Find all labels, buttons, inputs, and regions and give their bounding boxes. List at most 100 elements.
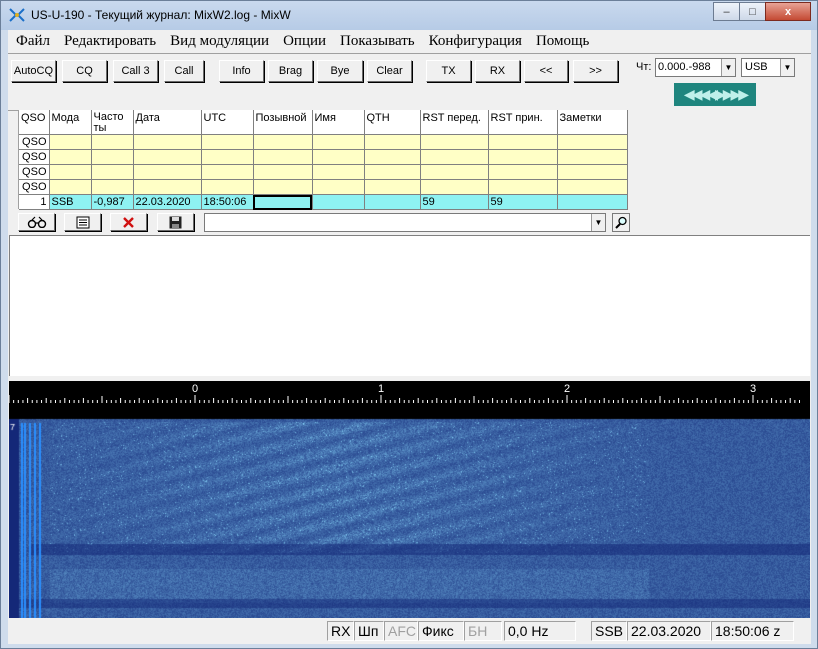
status-squelch[interactable]: Шп <box>354 621 384 641</box>
maximize-button[interactable]: □ <box>739 2 766 21</box>
cell-callsign[interactable] <box>253 194 313 210</box>
rx-button[interactable]: RX <box>475 60 520 82</box>
cell-rst-rcvd[interactable]: 59 <box>488 194 558 210</box>
menu-bar: Файл Редактировать Вид модуляции Опции П… <box>8 30 811 52</box>
freq-label: Чт: <box>636 61 652 73</box>
col-date: Дата <box>133 110 202 135</box>
tx-button[interactable]: TX <box>426 60 471 82</box>
call-button[interactable]: Call <box>164 60 204 82</box>
menu-options[interactable]: Опции <box>283 33 326 50</box>
menu-file[interactable]: Файл <box>16 33 50 50</box>
table-row[interactable]: QSO <box>19 179 628 195</box>
clear-button[interactable]: Clear <box>367 60 412 82</box>
call3-button[interactable]: Call 3 <box>113 60 158 82</box>
current-qso-row[interactable]: 1 SSB -0,987 22.03.2020 18:50:06 59 59 <box>19 194 628 210</box>
col-qth: QTH <box>364 110 421 135</box>
status-offset: 0,0 Hz <box>504 621 576 641</box>
chevron-down-icon[interactable]: ▼ <box>591 214 605 231</box>
col-utc: UTC <box>201 110 254 135</box>
cell-rst-sent[interactable]: 59 <box>420 194 489 210</box>
cell-name[interactable] <box>312 194 365 210</box>
close-button[interactable]: x <box>765 2 811 21</box>
status-bn[interactable]: БН <box>464 621 502 641</box>
cell-qth[interactable] <box>364 194 421 210</box>
delete-button[interactable] <box>110 213 147 231</box>
search-icon <box>614 216 627 229</box>
col-freq: Часто ты <box>91 110 134 135</box>
menu-config[interactable]: Конфигурация <box>429 33 522 50</box>
scale-label: 1 <box>378 383 384 395</box>
status-bar: RX Шп AFC Фикс БН 0,0 Hz SSB 22.03.2020 … <box>8 620 811 642</box>
col-rst-rcvd: RST прин. <box>488 110 558 135</box>
col-notes: Заметки <box>557 110 628 135</box>
delete-icon <box>123 216 134 228</box>
waterfall-display[interactable] <box>9 403 810 618</box>
window-title: US-U-190 - Текущий журнал: MixW2.log - M… <box>31 8 291 22</box>
mode-select[interactable]: USB ▼ <box>741 58 795 77</box>
rig-panel: Чт: 0.000.-988 ▼ USB ▼ ◀◀◀◀▶▶▶▶ <box>630 54 798 112</box>
menu-help[interactable]: Помощь <box>536 33 589 50</box>
receive-text-pane[interactable] <box>9 235 810 376</box>
chevron-down-icon[interactable]: ▼ <box>780 59 794 76</box>
scale-ticks: 0 1 2 3 <box>8 383 800 403</box>
list-icon <box>76 216 89 228</box>
scale-label: 2 <box>564 383 570 395</box>
app-logo-icon <box>9 8 25 22</box>
info-button[interactable]: Info <box>219 60 264 82</box>
menu-edit[interactable]: Редактировать <box>64 33 156 50</box>
menu-mode[interactable]: Вид модуляции <box>170 33 269 50</box>
table-row[interactable]: QSO <box>19 134 628 150</box>
waterfall-canvas[interactable] <box>9 403 810 618</box>
save-icon <box>169 216 182 228</box>
scale-label: 3 <box>750 383 756 395</box>
brag-button[interactable]: Brag <box>268 60 313 82</box>
col-qso: QSO <box>19 110 50 135</box>
tuning-arrows[interactable]: ◀◀◀◀▶▶▶▶ <box>674 83 756 106</box>
callsign-history-combo[interactable]: ▼ <box>204 213 606 232</box>
row-label: QSO <box>19 179 50 195</box>
row-label: QSO <box>19 134 50 150</box>
status-rx[interactable]: RX <box>327 621 354 641</box>
mode-value: USB <box>745 61 768 73</box>
list-button[interactable] <box>64 213 101 231</box>
save-button[interactable] <box>157 213 194 231</box>
row-number: 1 <box>19 194 50 210</box>
col-name: Имя <box>312 110 365 135</box>
binoculars-icon <box>27 216 46 228</box>
binoculars-button[interactable] <box>18 213 55 231</box>
row-label: QSO <box>19 149 50 165</box>
grid-header-row: QSO Мода Часто ты Дата UTC Позывной Имя … <box>19 110 628 135</box>
freq-value: 0.000.-988 <box>658 61 711 73</box>
table-row[interactable]: QSO <box>19 149 628 165</box>
cell-date[interactable]: 22.03.2020 <box>133 194 202 210</box>
title-bar: US-U-190 - Текущий журнал: MixW2.log - M… <box>1 1 817 30</box>
status-fix[interactable]: Фикс <box>418 621 464 641</box>
client-area: Файл Редактировать Вид модуляции Опции П… <box>8 30 811 644</box>
cell-mode[interactable]: SSB <box>49 194 92 210</box>
next-button[interactable]: >> <box>573 60 618 82</box>
chevron-down-icon[interactable]: ▼ <box>721 59 735 76</box>
minimize-button[interactable]: – <box>713 2 740 21</box>
cell-notes[interactable] <box>557 194 628 210</box>
status-date: 22.03.2020 <box>627 621 711 641</box>
bye-button[interactable]: Bye <box>317 60 363 82</box>
freq-select[interactable]: 0.000.-988 ▼ <box>655 58 736 77</box>
autocq-button[interactable]: AutoCQ <box>11 60 56 82</box>
search-button[interactable] <box>612 213 630 232</box>
status-mode[interactable]: SSB <box>591 621 627 641</box>
col-callsign: Позывной <box>253 110 313 135</box>
menu-view[interactable]: Показывать <box>340 33 415 50</box>
status-time: 18:50:06 z <box>711 621 794 641</box>
cell-utc[interactable]: 18:50:06 <box>201 194 254 210</box>
scale-label: 0 <box>192 383 198 395</box>
prev-button[interactable]: << <box>524 60 568 82</box>
log-grid: QSO Мода Часто ты Дата UTC Позывной Имя … <box>18 110 630 210</box>
frequency-scale: 0 1 2 3 <box>8 381 810 403</box>
table-row[interactable]: QSO <box>19 164 628 180</box>
cq-button[interactable]: CQ <box>62 60 107 82</box>
status-afc[interactable]: AFC <box>384 621 418 641</box>
cell-freq[interactable]: -0,987 <box>91 194 134 210</box>
col-mode: Мода <box>49 110 92 135</box>
app-window: US-U-190 - Текущий журнал: MixW2.log - M… <box>0 0 818 649</box>
row-label: QSO <box>19 164 50 180</box>
